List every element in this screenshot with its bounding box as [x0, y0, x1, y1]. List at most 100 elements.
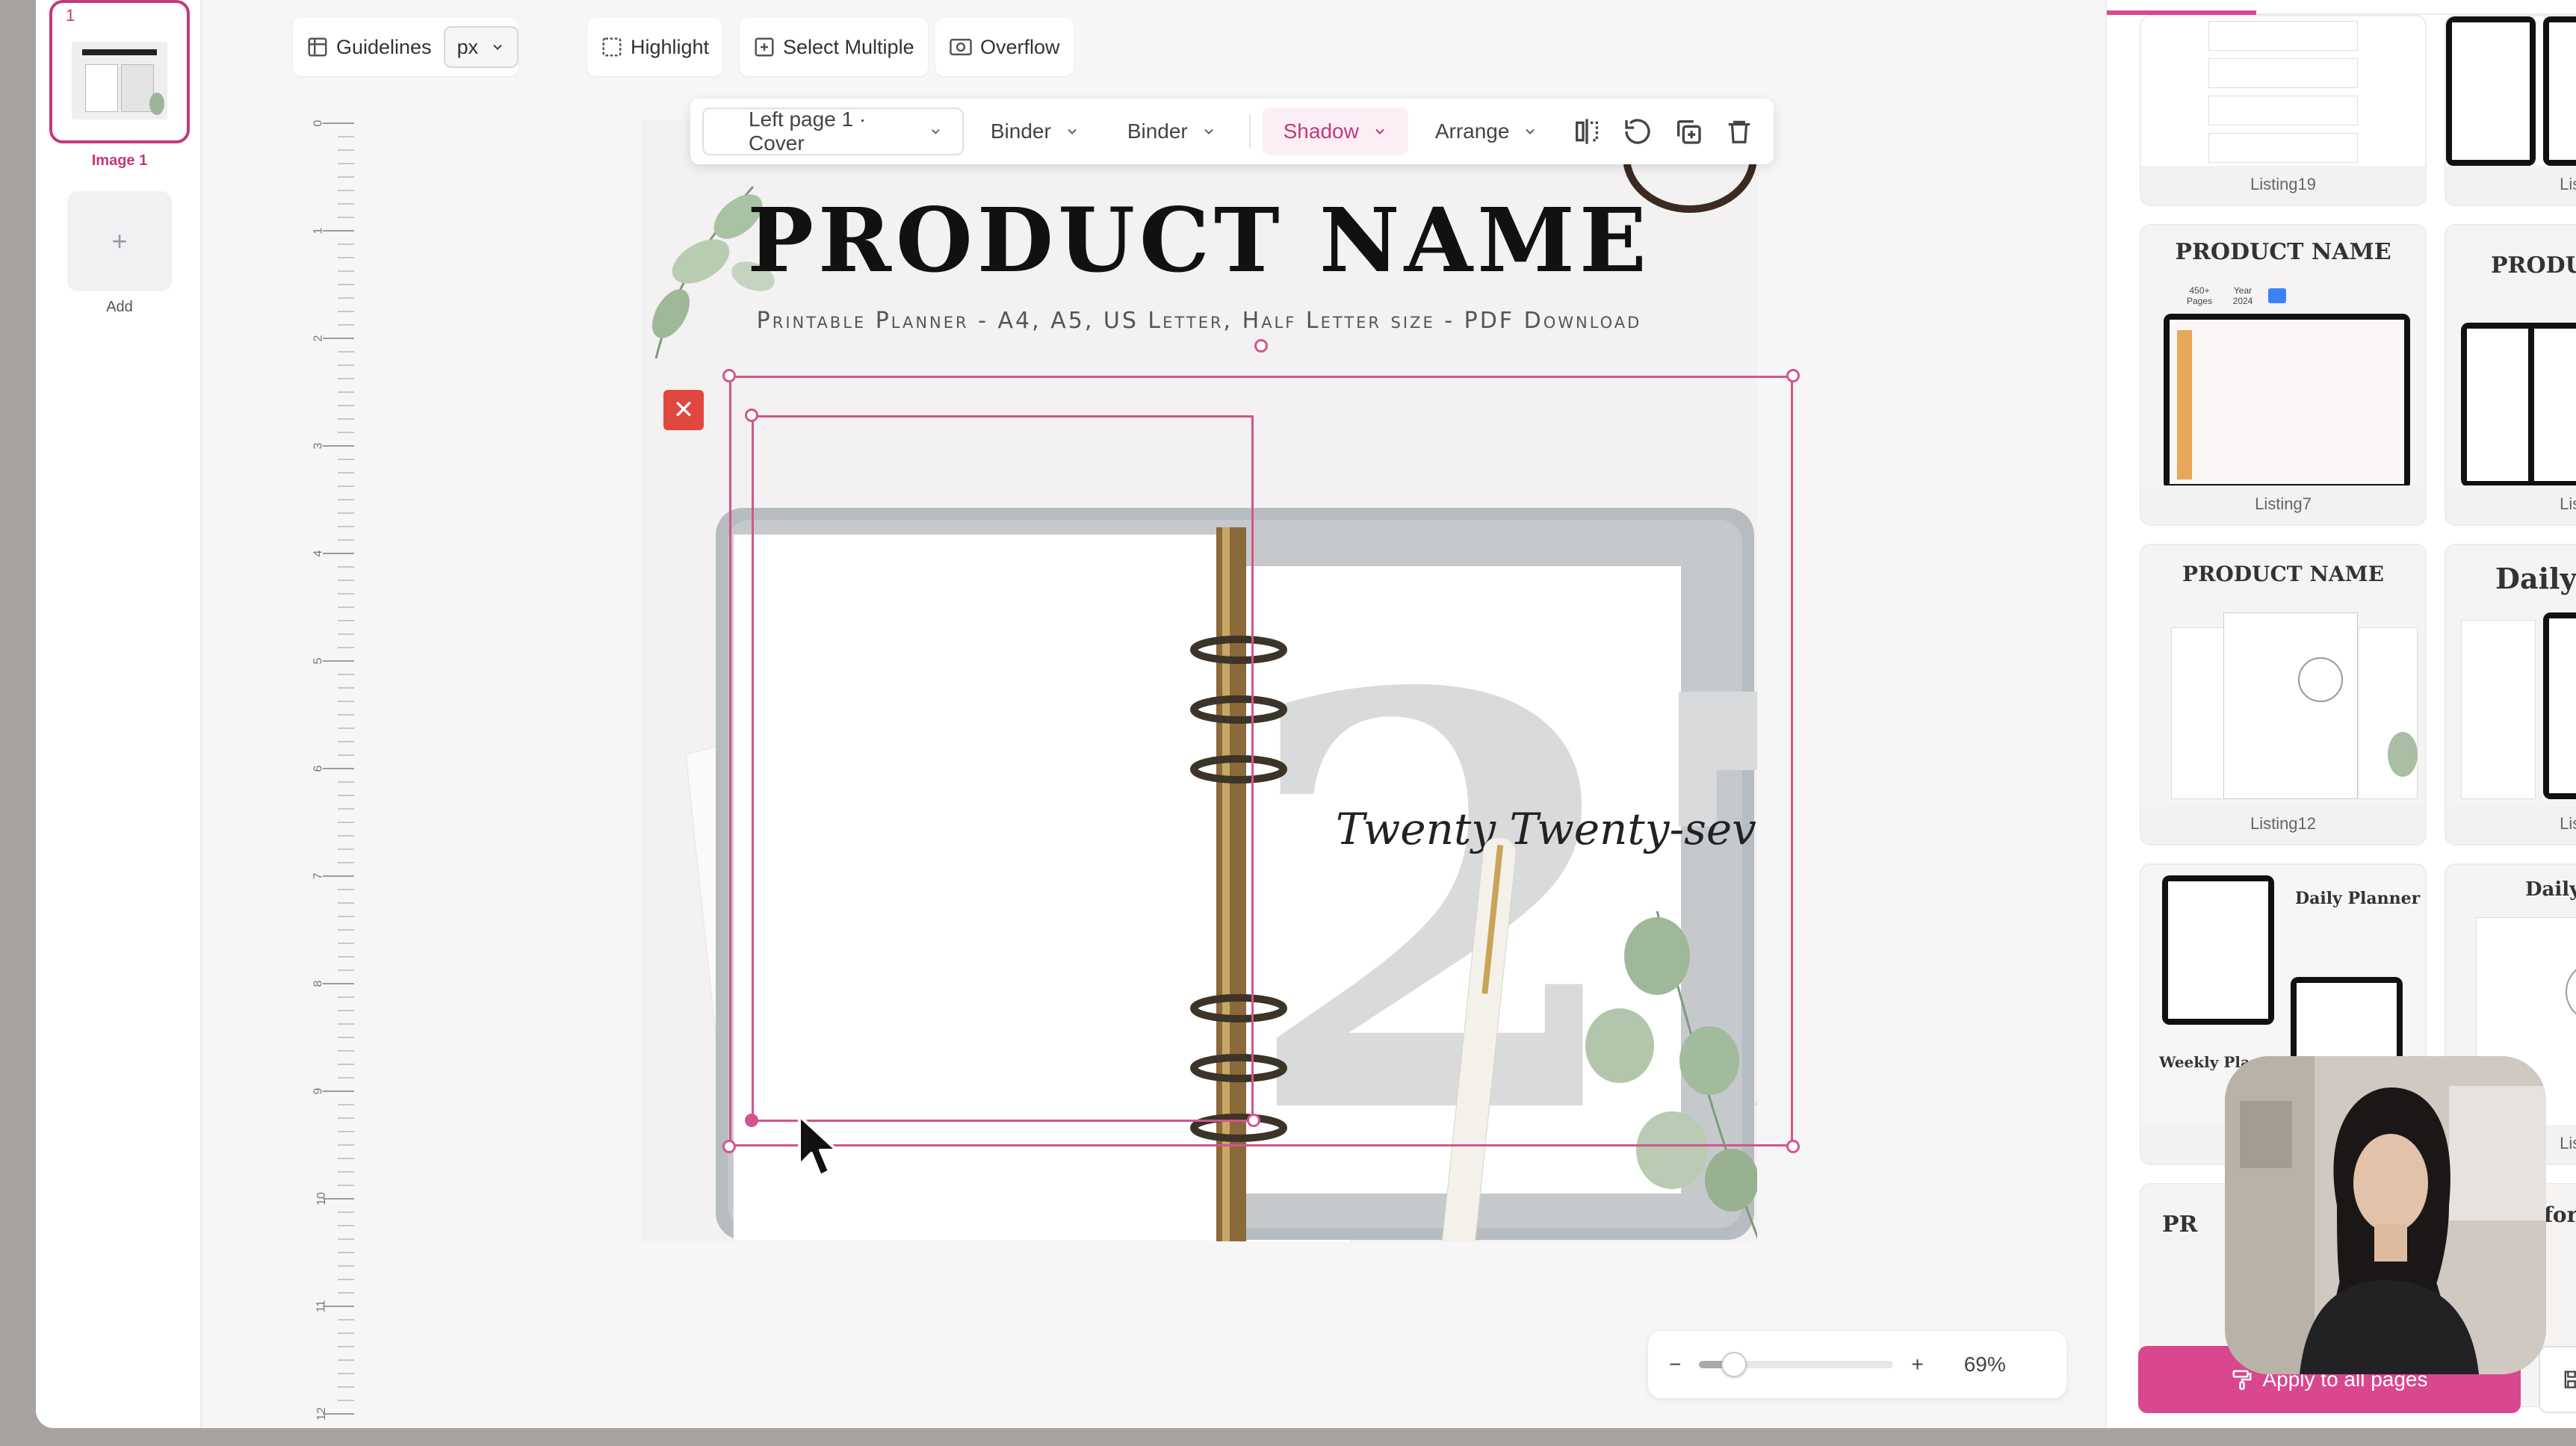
ruler-tick	[338, 1037, 354, 1038]
ruler-tick	[338, 1373, 354, 1374]
ruler-tick	[338, 1252, 354, 1253]
page-thumbnail-1[interactable]: 1	[49, 0, 190, 143]
ruler-tick	[338, 620, 354, 621]
ruler-tick	[338, 243, 354, 245]
resize-handle-top-right[interactable]	[1786, 369, 1800, 382]
save-icon	[2564, 1371, 2576, 1388]
zoom-value: 69%	[1963, 1353, 2006, 1376]
ruler-tick	[338, 257, 354, 258]
ruler-tick	[338, 1117, 354, 1119]
template-title: Daily Planner	[2295, 889, 2421, 908]
ruler-tick	[338, 1104, 354, 1105]
ruler-tick	[338, 701, 354, 702]
ruler-tick	[338, 714, 354, 716]
ruler-tick	[338, 1144, 354, 1146]
binder-label-2: Binder	[1127, 120, 1188, 143]
zoom-in-button[interactable]: +	[1911, 1353, 1923, 1377]
ruler-tick	[338, 1185, 354, 1186]
product-title[interactable]: PRODUCT NAME	[641, 188, 1757, 292]
template-card-listing4[interactable]: Listing4	[2445, 15, 2576, 206]
inner-resize-handle-top-left[interactable]	[745, 409, 758, 422]
ruler-tick	[338, 217, 354, 218]
resize-handle-bottom-right[interactable]	[1786, 1140, 1800, 1153]
template-card-listing7[interactable]: PRODUCT NAME 450+ Pages Year 2024 Listin…	[2140, 224, 2427, 526]
select-multiple-icon	[755, 37, 774, 57]
ruler-tick	[338, 808, 354, 810]
overflow-button[interactable]: Overflow	[935, 18, 1074, 76]
shadow-dropdown[interactable]: Shadow	[1262, 108, 1408, 155]
overflow-label: Overflow	[980, 35, 1060, 58]
duplicate-icon	[1677, 120, 1701, 144]
chevron-down-icon	[1526, 128, 1535, 134]
ruler-tick	[338, 1023, 354, 1025]
ruler-tick	[323, 1413, 354, 1415]
rotate-button[interactable]	[1615, 108, 1660, 155]
highlight-button[interactable]: Highlight	[587, 18, 723, 76]
binder-dropdown-2[interactable]: Binder	[1106, 108, 1237, 155]
template-card-listing12[interactable]: PRODUCT NAME Listing12	[2140, 544, 2427, 845]
add-page-button[interactable]: +	[67, 191, 172, 291]
ruler-tick	[323, 1306, 354, 1307]
template-thumbnail	[2446, 16, 2576, 166]
chevron-down-icon	[932, 128, 940, 134]
page-number: 1	[66, 6, 75, 25]
inner-resize-handle-bottom-right[interactable]	[1247, 1114, 1260, 1127]
guidelines-label: Guidelines	[336, 35, 432, 58]
page-select[interactable]: Left page 1 · Cover	[702, 108, 964, 155]
delete-button[interactable]	[1717, 108, 1762, 155]
flip-button[interactable]	[1564, 108, 1609, 155]
chevron-down-icon	[1375, 128, 1384, 134]
ruler-tick	[338, 795, 354, 796]
product-subtitle[interactable]: Printable Planner - A4, A5, US Letter, H…	[641, 308, 1757, 334]
overflow-icon	[950, 38, 972, 56]
ruler-tick	[338, 566, 354, 568]
template-year-meta: Year 2024	[2232, 285, 2253, 306]
zoom-slider-knob[interactable]	[1721, 1352, 1747, 1377]
rotate-handle[interactable]	[1254, 339, 1268, 353]
ruler-tick	[338, 754, 354, 756]
arrange-label: Arrange	[1434, 120, 1510, 143]
guidelines-button[interactable]: Guidelines px	[293, 18, 519, 76]
ruler-tick	[338, 176, 354, 178]
duplicate-button[interactable]	[1666, 108, 1711, 155]
resize-handle-top-left[interactable]	[722, 369, 736, 382]
ruler-tick	[323, 1090, 354, 1092]
resize-handle-bottom-left[interactable]	[722, 1140, 736, 1153]
vertical-ruler: 0 1 2 3 4 5 6 7 8 9 10 11 12	[272, 112, 354, 1427]
element-toolbar: Left page 1 · Cover Binder Binder Shadow…	[690, 99, 1774, 164]
remove-element-button[interactable]: ✕	[663, 390, 704, 430]
template-card-listing2-b[interactable]: Daily Pla Listing2	[2445, 544, 2576, 845]
template-card-listing2[interactable]: PRODUCT Listing2	[2445, 224, 2576, 526]
arrange-dropdown[interactable]: Arrange	[1414, 108, 1559, 155]
unit-select[interactable]: px	[443, 26, 519, 68]
select-multiple-button[interactable]: Select Multiple	[740, 18, 928, 76]
ruler-tick	[338, 781, 354, 783]
template-thumbnail: PRODUCT NAME	[2141, 545, 2425, 805]
ruler-tick	[338, 674, 354, 675]
template-label: Listing19	[2250, 175, 2317, 193]
ruler-tick	[323, 660, 354, 662]
ruler-tick	[338, 862, 354, 863]
ruler-tick	[338, 943, 354, 944]
inner-resize-handle-bottom-left[interactable]	[745, 1114, 758, 1127]
chevron-down-icon	[493, 44, 502, 50]
ruler-tick	[338, 136, 354, 137]
unit-value: px	[456, 35, 479, 58]
zoom-slider[interactable]	[1699, 1352, 1894, 1377]
ruler-tick	[338, 1346, 354, 1347]
ruler-tick	[338, 297, 354, 299]
ruler-tick	[323, 1198, 354, 1200]
zoom-out-button[interactable]: −	[1669, 1353, 1681, 1377]
ruler-tick	[338, 1010, 354, 1011]
binder-dropdown-1[interactable]: Binder	[970, 108, 1100, 155]
ruler-tick	[338, 593, 354, 595]
save-button[interactable]: Sa	[2539, 1346, 2576, 1413]
ruler-tick	[338, 1265, 354, 1267]
left-page-selection[interactable]	[752, 415, 1254, 1122]
template-card-listing19[interactable]: Listing19	[2140, 15, 2427, 206]
ruler-tick	[338, 405, 354, 406]
highlight-icon	[602, 37, 622, 57]
chevron-down-icon	[1068, 128, 1077, 134]
presenter-video-image	[2225, 1056, 2546, 1374]
ruler-tick	[338, 1386, 354, 1388]
